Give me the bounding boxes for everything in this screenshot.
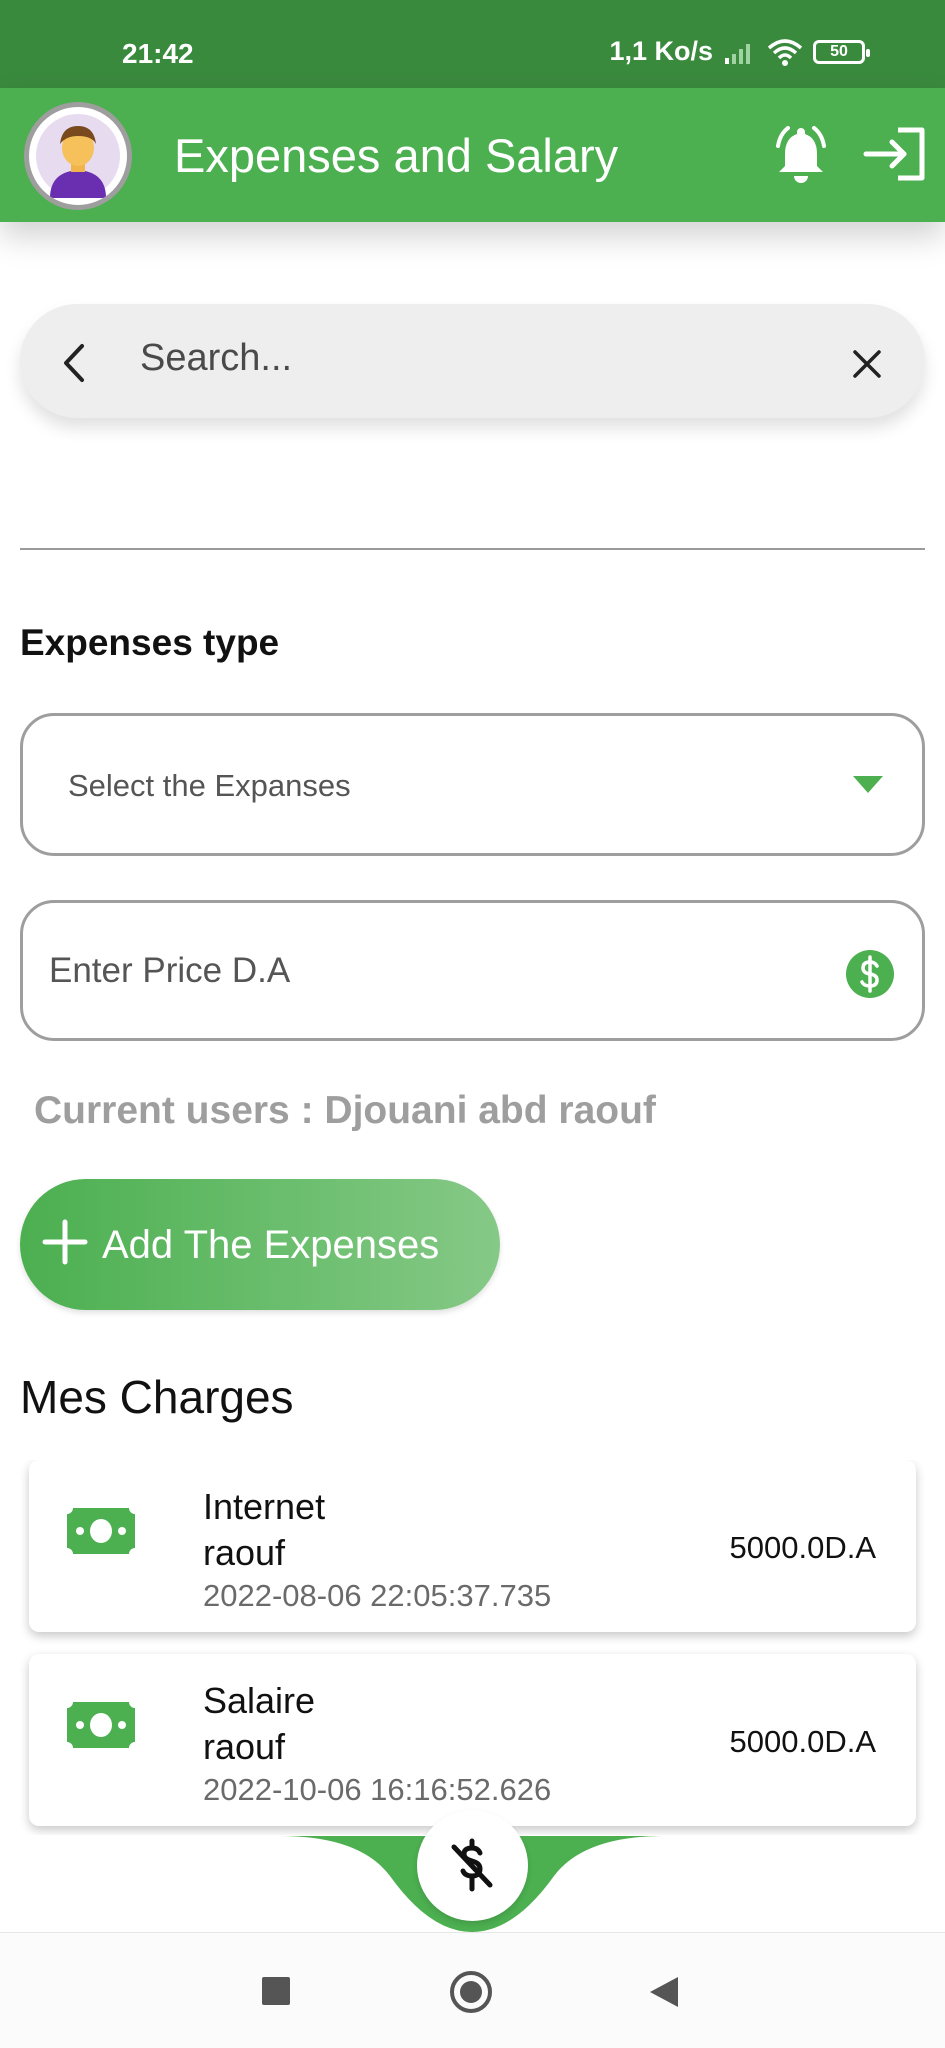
system-nav-bar (0, 1932, 945, 2048)
dropdown-placeholder: Select the Expanses (68, 768, 351, 803)
back-button[interactable] (650, 1977, 678, 2007)
dropdown-arrow-icon (853, 776, 883, 793)
home-button[interactable] (450, 1971, 492, 2013)
charge-user: raouf (203, 1532, 286, 1573)
recent-apps-button[interactable] (262, 1977, 290, 2005)
list-item[interactable]: Internet raouf 2022-08-06 22:05:37.735 5… (29, 1460, 916, 1632)
expenses-type-label: Expenses type (20, 622, 280, 663)
charge-amount: 5000.0D.A (729, 1724, 877, 1759)
money-icon (67, 1702, 135, 1748)
status-indicators: 1,1 Ko/s 50 (609, 36, 870, 67)
network-speed: 1,1 Ko/s (609, 36, 713, 66)
search-input[interactable] (140, 328, 820, 388)
list-item[interactable]: Salaire raouf 2022-10-06 16:16:52.626 50… (29, 1654, 916, 1826)
charge-date: 2022-10-06 16:16:52.626 (203, 1772, 552, 1807)
wifi-icon (767, 38, 803, 66)
charge-user: raouf (203, 1726, 286, 1767)
money-icon (67, 1508, 135, 1554)
bell-icon[interactable] (768, 120, 834, 186)
back-arrow-icon[interactable] (50, 338, 100, 388)
close-icon[interactable] (845, 342, 889, 386)
current-users-text: Current users : Djouani abd raouf (34, 1089, 656, 1132)
divider (20, 548, 925, 550)
charge-amount: 5000.0D.A (729, 1530, 877, 1565)
signal-icon (725, 43, 750, 64)
charge-date: 2022-08-06 22:05:37.735 (203, 1578, 552, 1613)
status-bar: 21:42 1,1 Ko/s 50 (0, 0, 945, 88)
search-bar (20, 304, 925, 418)
avatar-image (36, 114, 120, 198)
dollar-icon (846, 950, 894, 998)
app-title: Expenses and Salary (174, 129, 619, 182)
plus-icon (42, 1219, 88, 1265)
charge-title: Internet (203, 1486, 326, 1527)
logout-icon[interactable] (862, 126, 928, 182)
price-field[interactable] (20, 900, 925, 1041)
charges-title: Mes Charges (20, 1371, 294, 1423)
add-expenses-button[interactable]: Add The Expenses (20, 1179, 500, 1310)
app-bar: Expenses and Salary (0, 88, 945, 222)
charge-title: Salaire (203, 1680, 316, 1721)
price-input[interactable] (49, 943, 809, 999)
expenses-type-dropdown[interactable]: Select the Expanses (20, 713, 925, 856)
status-time: 21:42 (122, 38, 194, 69)
money-off-button[interactable] (417, 1810, 528, 1921)
charges-list[interactable]: Internet raouf 2022-08-06 22:05:37.735 5… (0, 1460, 945, 1835)
money-off-icon (451, 1838, 493, 1892)
add-expenses-label: Add The Expenses (102, 1223, 440, 1267)
avatar[interactable] (24, 102, 132, 210)
battery-icon: 50 (813, 39, 870, 64)
